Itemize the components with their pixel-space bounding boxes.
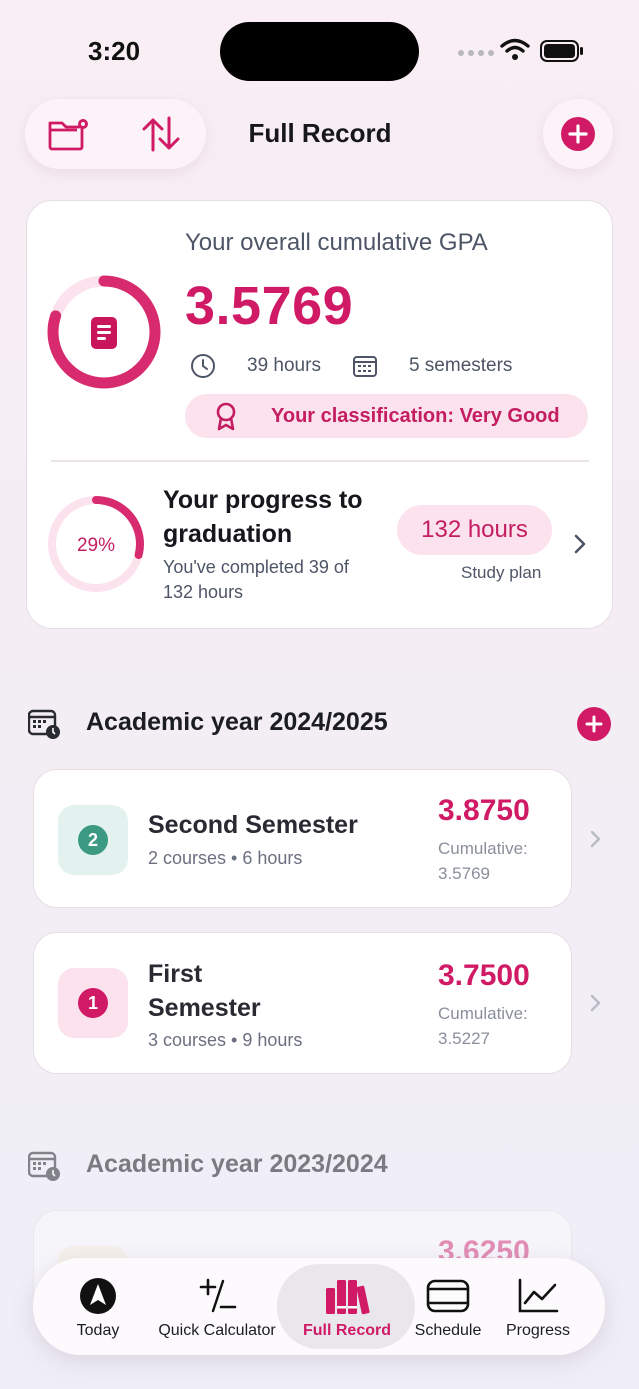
- semester-name: Second Semester: [148, 811, 358, 839]
- battery-icon: [540, 40, 583, 62]
- graduation-progress-ring: 29%: [48, 496, 144, 592]
- chart-icon: [518, 1278, 559, 1313]
- divider: [51, 460, 589, 462]
- semester-card[interactable]: 2 Second Semester 2 courses • 6 hours 3.…: [33, 769, 572, 908]
- semester-gpa: 3.8750: [438, 794, 530, 827]
- status-time: 3:20: [88, 36, 141, 66]
- year-header: Academic year 2023/2024: [28, 1144, 388, 1184]
- cumulative-value: 3.5227: [438, 1029, 490, 1048]
- add-semester-button[interactable]: [577, 707, 611, 741]
- award-icon: [216, 402, 236, 431]
- tab-bar: Today Quick Calculator Full Record Sched…: [33, 1258, 605, 1355]
- tab-full-record[interactable]: Full Record: [297, 1258, 397, 1355]
- tab-label: Full Record: [302, 1322, 391, 1339]
- gpa-summary-card: Your overall cumulative GPA 3.5769 39 ho…: [26, 200, 613, 629]
- gpa-ring: [47, 275, 161, 389]
- header-left-controls: [25, 99, 206, 169]
- tab-progress[interactable]: Progress: [500, 1258, 576, 1355]
- add-button[interactable]: [543, 99, 613, 169]
- clock-icon: [191, 354, 215, 378]
- semester-gpa: 3.7500: [438, 959, 530, 992]
- calendar-icon: [352, 356, 377, 377]
- year-title: Academic year 2024/2025: [86, 707, 388, 736]
- tab-schedule[interactable]: Schedule: [408, 1258, 488, 1355]
- study-plan-label[interactable]: Study plan: [461, 563, 541, 583]
- tab-today[interactable]: Today: [65, 1258, 131, 1355]
- progress-subtitle: You've completed 39 of 132 hours: [163, 557, 349, 602]
- semester-number: 1: [78, 988, 108, 1018]
- hours-count: 39 hours: [247, 355, 321, 376]
- chevron-right-icon[interactable]: [589, 829, 603, 849]
- sort-icon[interactable]: [139, 114, 183, 154]
- semester-badge: 1: [58, 968, 128, 1038]
- semesters-count: 5 semesters: [408, 355, 513, 376]
- semester-number: 2: [78, 825, 108, 855]
- signal-dots-icon: [458, 50, 494, 56]
- classification-badge: Your classification: Very Good: [185, 394, 588, 438]
- progress-percent: 29%: [77, 535, 115, 556]
- compass-icon: [80, 1278, 116, 1314]
- semester-card[interactable]: 1 First Semester 3 courses • 9 hours 3.7…: [33, 932, 572, 1074]
- classification-text: Your classification: Very Good: [271, 404, 560, 427]
- tab-label: Schedule: [414, 1322, 482, 1339]
- page-title: Full Record: [248, 118, 392, 148]
- total-hours-pill[interactable]: 132 hours: [397, 505, 552, 555]
- tab-label: Quick Calculator: [158, 1322, 276, 1339]
- plus-circle-icon: [561, 117, 595, 151]
- semester-details: 3 courses • 9 hours: [148, 1030, 303, 1050]
- chevron-right-icon[interactable]: [589, 993, 603, 1013]
- wifi-icon: [500, 38, 530, 60]
- dynamic-island: [220, 22, 419, 81]
- document-icon: [91, 317, 117, 349]
- semester-name: First Semester: [148, 960, 261, 1022]
- progress-title: Your progress to graduation: [163, 486, 363, 548]
- cumulative-label: Cumulative:: [438, 839, 528, 858]
- plus-minus-icon: [199, 1278, 237, 1313]
- gpa-label: Your overall cumulative GPA: [185, 229, 488, 256]
- tab-quick-calculator[interactable]: Quick Calculator: [150, 1258, 284, 1355]
- semester-cumulative: Cumulative: 3.5769: [438, 836, 528, 886]
- folder-settings-icon[interactable]: [47, 114, 91, 154]
- status-bar: 3:20: [0, 0, 639, 100]
- gpa-value: 3.5769: [185, 276, 354, 336]
- year-header: Academic year 2024/2025: [28, 702, 388, 742]
- calendar-clock-icon: [28, 709, 60, 739]
- year-title: Academic year 2023/2024: [86, 1149, 388, 1178]
- tab-label: Progress: [505, 1322, 571, 1339]
- gpa-meta: 39 hours 5 semesters: [189, 351, 512, 381]
- cumulative-label: Cumulative:: [438, 1004, 528, 1023]
- tab-label: Today: [76, 1322, 120, 1339]
- semester-details: 2 courses • 6 hours: [148, 848, 303, 868]
- cumulative-value: 3.5769: [438, 864, 490, 883]
- calendar-clock-icon: [28, 1151, 60, 1181]
- semester-badge: 2: [58, 805, 128, 875]
- schedule-icon: [426, 1279, 470, 1313]
- chevron-right-icon[interactable]: [572, 533, 588, 555]
- semester-cumulative: Cumulative: 3.5227: [438, 1001, 528, 1051]
- books-icon: [326, 1280, 370, 1315]
- plus-icon: [585, 715, 603, 733]
